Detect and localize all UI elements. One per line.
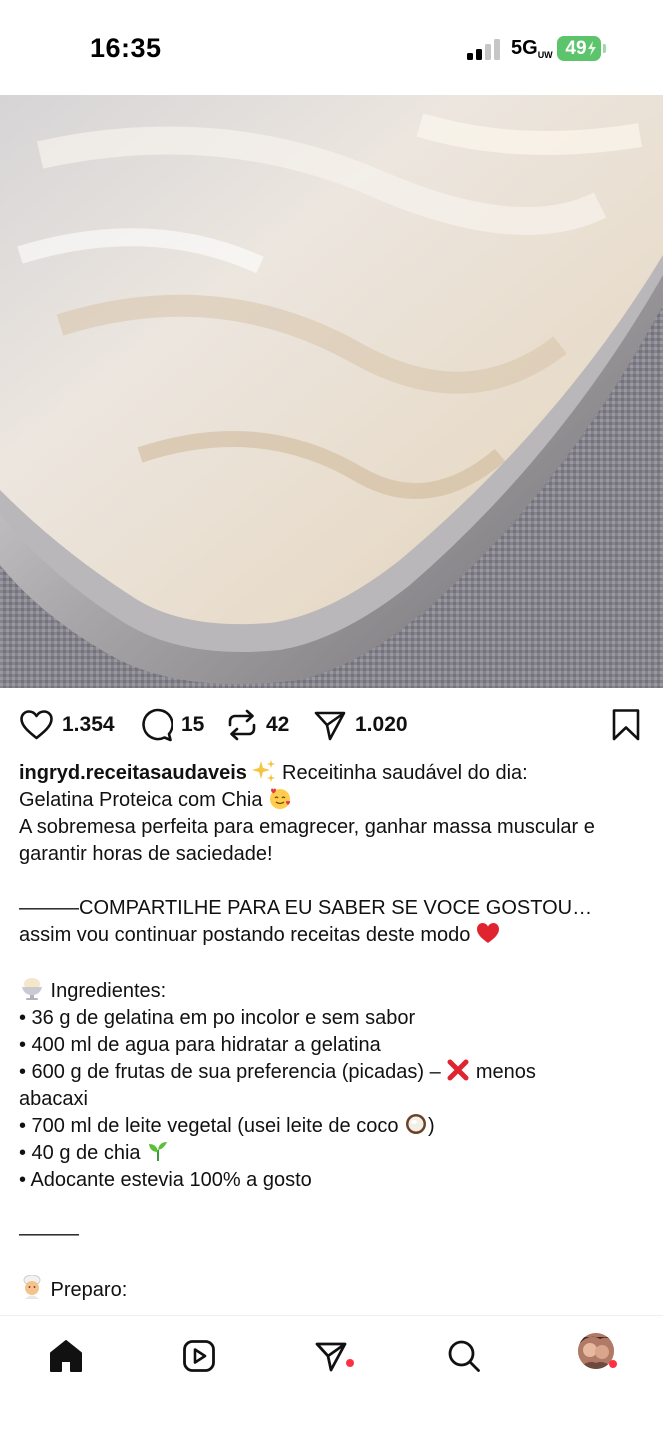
comment-count: 15 [181,713,205,736]
ingredient-4: • 700 ml de leite vegetal (usei leite de… [19,1115,404,1137]
smiling-face-hearts-icon [270,788,291,809]
status-time: 16:35 [90,33,162,63]
ice-cream-bowl-icon [22,978,42,1000]
heart-icon [20,710,53,740]
ingredient-1: • 36 g de gelatina em po incolor e sem s… [19,1007,416,1029]
nav-search[interactable] [444,1336,484,1376]
repost-count: 42 [266,713,290,736]
repost-icon [228,709,256,741]
ingredient-6: • Adocante estevia 100% a gosto [19,1169,312,1191]
comment-action[interactable]: 15 [139,708,204,742]
caption-line4: garantir horas de saciedade! [19,843,273,865]
signal-strength-icon [467,38,501,60]
send-icon [314,711,346,741]
home-icon [50,1340,82,1372]
coconut-icon [406,1114,426,1134]
profile-notification-dot [609,1360,617,1368]
battery-level: 49 [557,36,601,61]
post-caption: ingryd.receitasaudaveis Receitinha saudá… [19,760,649,1304]
caption-line2: Gelatina Proteica com Chia [19,789,263,811]
ingredient-4-tail: ) [428,1115,435,1137]
preparo-title: Preparo: [45,1279,128,1301]
search-icon [448,1340,480,1372]
battery-nub [603,44,606,53]
share-action[interactable]: 1.020 [313,708,408,742]
reels-icon [183,1340,215,1372]
ingredient-3-continued: abacaxi [19,1088,88,1110]
caption-line5: ———COMPARTILHE PARA EU SABER SE VOCE GOS… [19,897,593,919]
bookmark-icon [612,709,640,741]
seedling-icon [149,1142,168,1161]
nav-home[interactable] [46,1336,86,1376]
comment-icon [142,708,173,742]
like-count: 1.354 [62,713,115,736]
post-video[interactable] [0,95,663,688]
bottom-navigation [0,1315,663,1440]
caption-line1: Receitinha saudável do dia: [276,762,528,784]
network-sub: UW [537,50,553,60]
ingredients-title: Ingredientes: [45,980,167,1002]
ingredient-3: • 600 g de frutas de sua preferencia (pi… [19,1061,447,1083]
red-heart-icon [476,923,499,943]
cook-icon [23,1275,41,1299]
nav-messages[interactable] [311,1336,351,1376]
like-action[interactable]: 1.354 [19,708,115,742]
ingredient-5: • 40 g de chia [19,1142,147,1164]
ingredient-2: • 400 ml de agua para hidratar a gelatin… [19,1034,381,1056]
caption-line6: assim vou continuar postando receitas de… [19,924,471,946]
status-bar: 16:35 5GUW 49 [0,0,663,95]
post-username[interactable]: ingryd.receitasaudaveis [19,762,247,784]
caption-line3: A sobremesa perfeita para emagrecer, gan… [19,816,595,838]
caption-separator: ——— [19,1223,79,1245]
share-count: 1.020 [355,713,408,736]
cross-mark-icon [447,1059,469,1081]
messages-icon [315,1342,347,1372]
network-type: 5GUW [511,37,553,60]
messages-notification-dot [346,1359,354,1367]
sparkles-icon [252,760,276,782]
nav-reels[interactable] [179,1336,219,1376]
post-actions: 1.354 15 42 1.020 [0,700,663,750]
bookmark-button[interactable] [611,708,641,747]
charging-bolt-icon [588,41,596,56]
ingredient-3-tail: menos [470,1061,536,1083]
video-frame [0,95,663,688]
repost-action[interactable]: 42 [226,708,289,742]
